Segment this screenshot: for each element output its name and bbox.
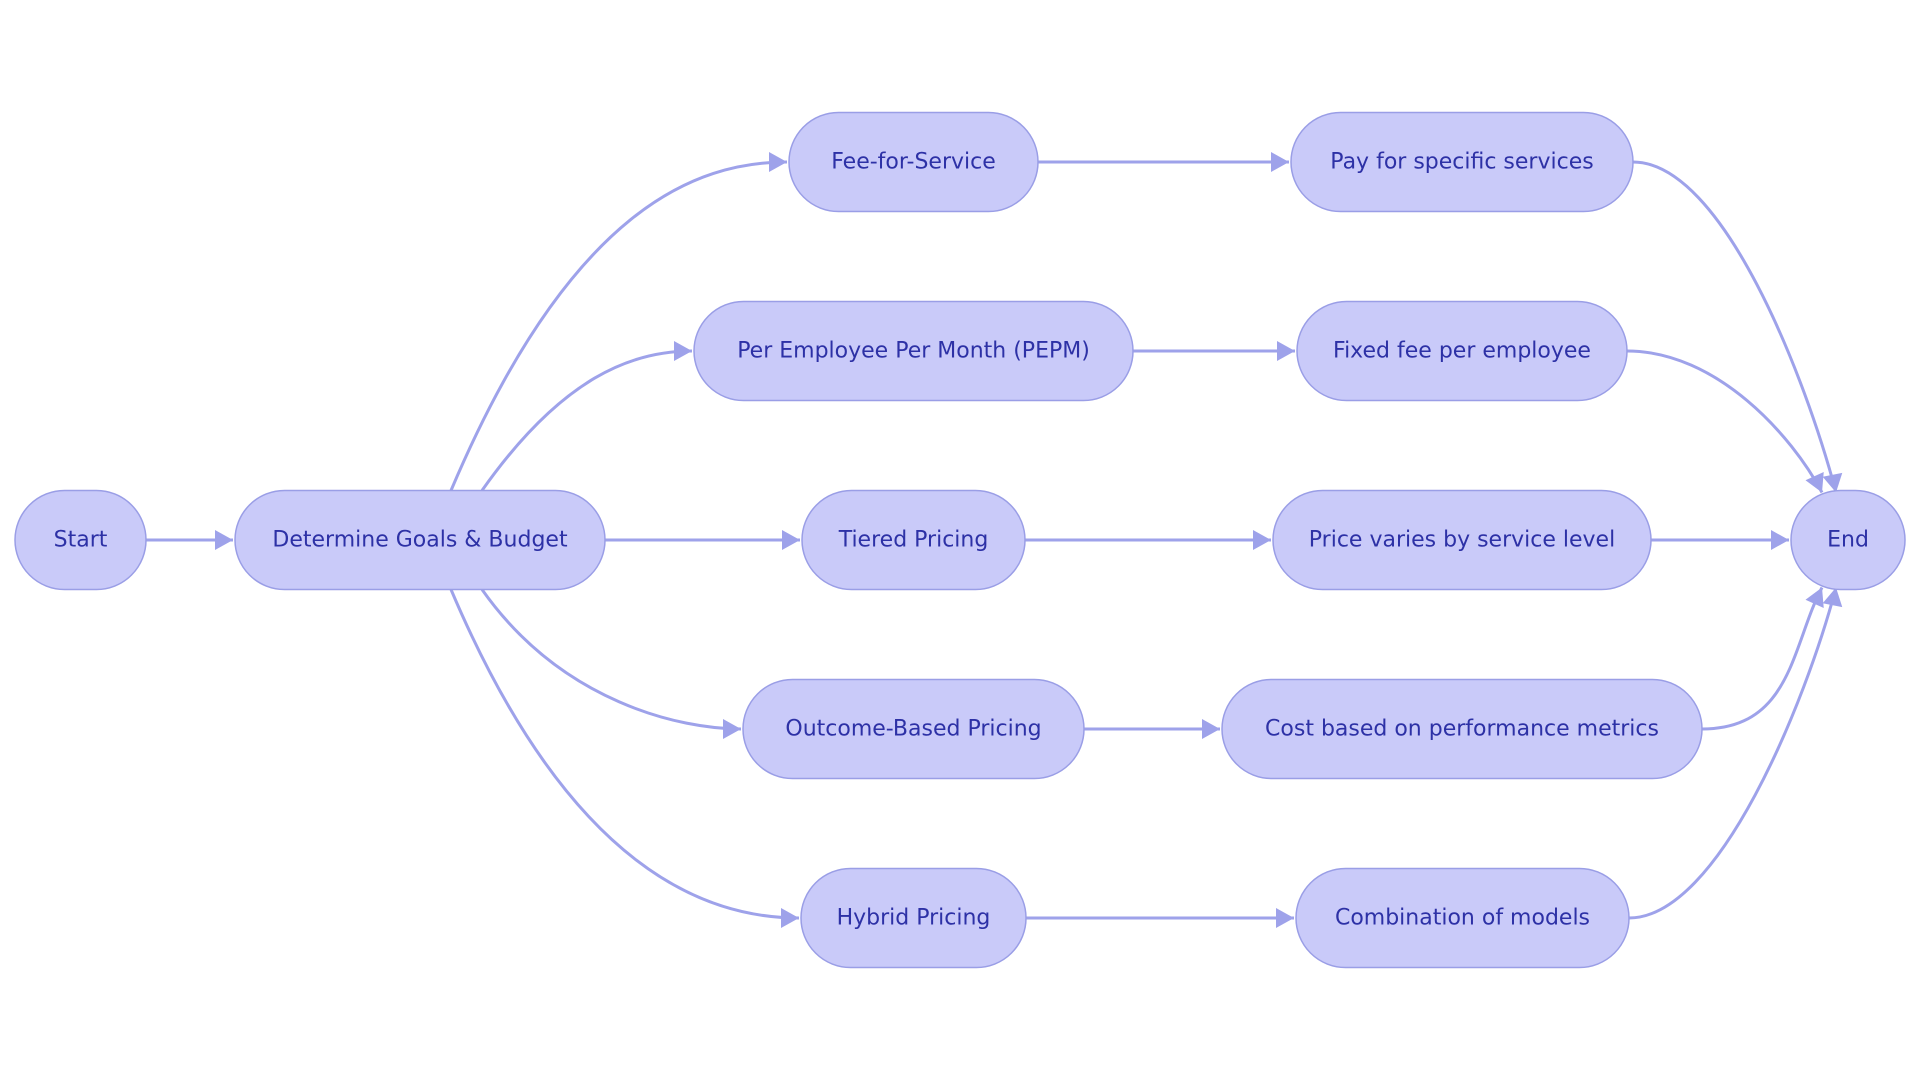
- node-label: Pay for specific services: [1330, 150, 1593, 175]
- arrowhead-icon: [1822, 587, 1843, 608]
- flowchart-canvas: Start Determine Goals & Budget Fee-for-Ser…: [14, 111, 1906, 969]
- arrowhead-icon: [1276, 908, 1294, 928]
- arrowhead-icon: [1271, 152, 1289, 172]
- edge-line: [1632, 160, 1838, 493]
- node-start[interactable]: Start: [14, 489, 147, 591]
- node-end[interactable]: End: [1790, 489, 1906, 591]
- nodes-layer: Start Determine Goals & Budget Fee-for-Ser…: [14, 111, 1906, 969]
- node-goals[interactable]: Determine Goals & Budget: [234, 489, 606, 591]
- arrowhead-icon: [769, 152, 787, 172]
- edge-start-to-goals: [146, 530, 233, 550]
- edge-cost-to-end: [1701, 586, 1824, 731]
- edge-tiered-to-price: [1025, 530, 1271, 550]
- node-label: Per Employee Per Month (PEPM): [737, 339, 1090, 364]
- node-pay[interactable]: Pay for specific services: [1290, 111, 1634, 213]
- arrowhead-icon: [1805, 471, 1824, 493]
- node-label: Tiered Pricing: [838, 528, 989, 553]
- node-cost[interactable]: Cost based on performance metrics: [1221, 678, 1703, 780]
- edge-line: [1626, 349, 1824, 494]
- node-label: Outcome-Based Pricing: [785, 717, 1041, 742]
- node-combo[interactable]: Combination of models: [1295, 867, 1630, 969]
- node-label: Start: [54, 528, 108, 553]
- edge-goals-to-hybrid: [449, 588, 800, 928]
- edge-line: [449, 588, 800, 920]
- edge-line: [480, 349, 693, 492]
- arrowhead-icon: [1822, 472, 1843, 493]
- arrowhead-icon: [1253, 530, 1271, 550]
- node-pepm[interactable]: Per Employee Per Month (PEPM): [693, 300, 1134, 402]
- node-ffs[interactable]: Fee-for-Service: [788, 111, 1039, 213]
- edge-line: [480, 588, 742, 731]
- edge-pay-to-end: [1632, 160, 1843, 493]
- edge-line: [1701, 586, 1824, 731]
- node-label: End: [1827, 528, 1869, 553]
- node-tiered[interactable]: Tiered Pricing: [801, 489, 1026, 591]
- node-fixed[interactable]: Fixed fee per employee: [1296, 300, 1628, 402]
- arrowhead-icon: [723, 719, 741, 739]
- node-label: Fixed fee per employee: [1333, 339, 1591, 364]
- edge-fixed-to-end: [1626, 349, 1824, 494]
- arrowhead-icon: [782, 530, 800, 550]
- arrowhead-icon: [1277, 341, 1295, 361]
- edge-outcome-to-cost: [1084, 719, 1220, 739]
- edge-hybrid-to-combo: [1026, 908, 1294, 928]
- edge-goals-to-tiered: [605, 530, 800, 550]
- node-price[interactable]: Price varies by service level: [1272, 489, 1652, 591]
- node-label: Price varies by service level: [1309, 528, 1615, 553]
- node-label: Determine Goals & Budget: [272, 528, 568, 553]
- node-hybrid[interactable]: Hybrid Pricing: [800, 867, 1027, 969]
- node-label: Hybrid Pricing: [837, 906, 991, 931]
- arrowhead-icon: [1771, 530, 1789, 550]
- edge-ffs-to-pay: [1038, 152, 1289, 172]
- arrowhead-icon: [674, 341, 692, 361]
- edge-pepm-to-fixed: [1133, 341, 1295, 361]
- node-label: Combination of models: [1335, 906, 1590, 931]
- node-label: Cost based on performance metrics: [1265, 717, 1659, 742]
- arrowhead-icon: [1202, 719, 1220, 739]
- node-label: Fee-for-Service: [831, 150, 996, 175]
- arrowhead-icon: [215, 530, 233, 550]
- edge-goals-to-outcome: [480, 588, 742, 739]
- arrowhead-icon: [781, 908, 799, 928]
- node-outcome[interactable]: Outcome-Based Pricing: [742, 678, 1085, 780]
- edge-price-to-end: [1651, 530, 1789, 550]
